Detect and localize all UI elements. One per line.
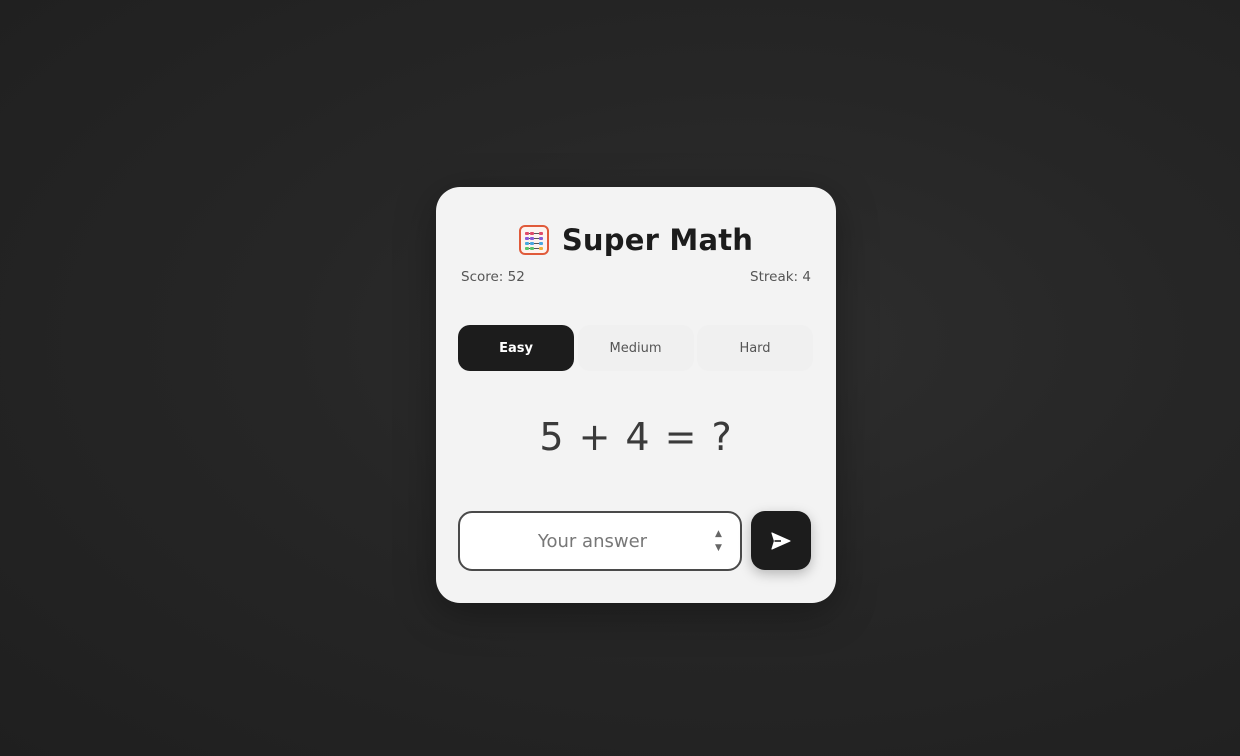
send-icon [771,531,791,550]
difficulty-hard-button[interactable]: Hard [697,325,813,371]
difficulty-selector: Easy Medium Hard [458,325,813,371]
stats-bar: Score: 52 Streak: 4 [461,269,811,285]
abacus-icon [518,225,549,255]
operand-a: 5 [539,415,565,459]
submit-answer-button[interactable] [751,511,811,570]
quiz-card: Super Math Score: 52 Streak: 4 Easy Medi… [436,187,836,603]
answer-field: ▲ ▼ [458,511,742,571]
unknown-mark: ? [711,415,733,459]
operand-b: 4 [625,415,651,459]
difficulty-medium-button[interactable]: Medium [577,325,694,371]
number-stepper[interactable]: ▲ ▼ [705,529,732,553]
streak-label: Streak: 4 [750,269,811,285]
difficulty-easy-button[interactable]: Easy [458,325,574,371]
stepper-up-icon[interactable]: ▲ [715,529,722,539]
operator: + [578,415,612,459]
stepper-down-icon[interactable]: ▼ [715,543,722,553]
math-problem: 5 +4 =? [436,415,836,459]
equals-sign: = [664,415,698,459]
header: Super Math [436,223,836,257]
score-label: Score: 52 [461,269,525,285]
page-title: Super Math [561,223,754,257]
answer-input[interactable] [460,513,705,569]
